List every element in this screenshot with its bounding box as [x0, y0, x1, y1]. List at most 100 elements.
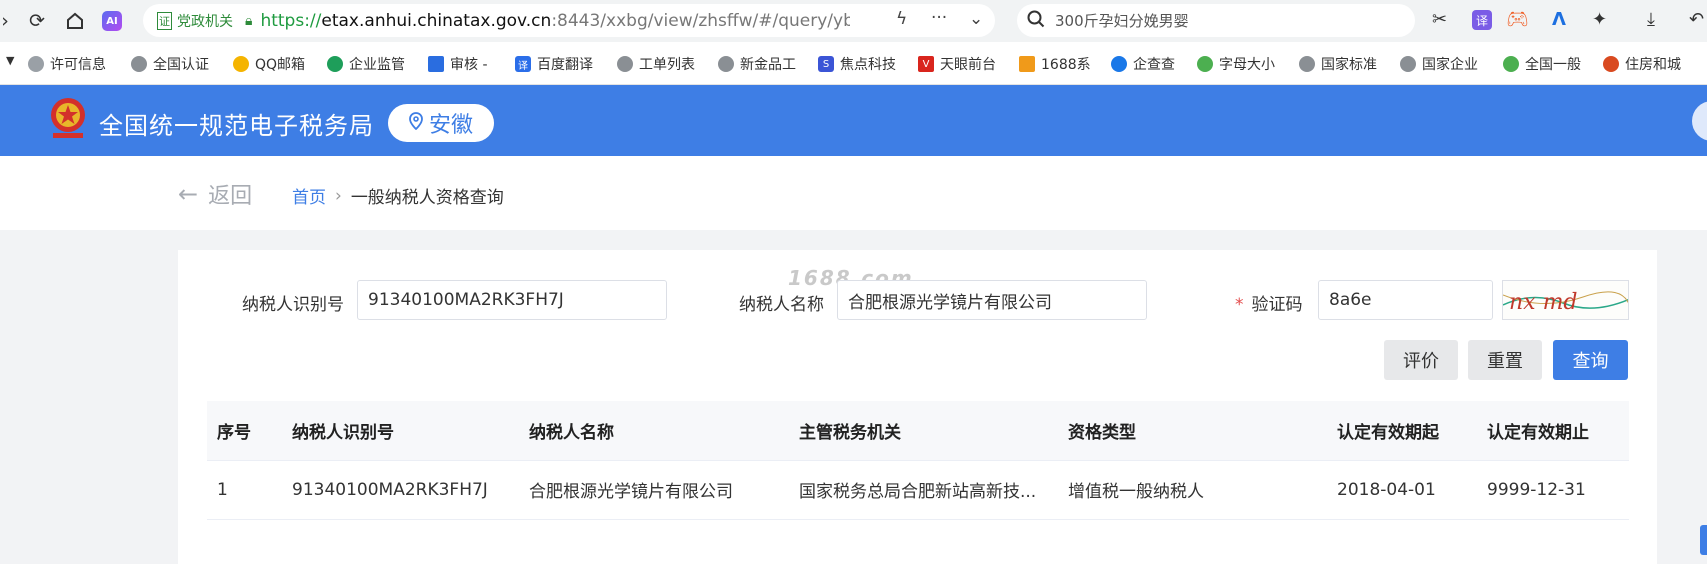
- bookmark-item[interactable]: 全国一般: [1503, 54, 1581, 74]
- lightning-icon[interactable]: ϟ: [896, 9, 907, 29]
- home-icon[interactable]: [62, 8, 88, 34]
- table-cell: 增值税一般纳税人: [1058, 460, 1327, 520]
- captcha-image[interactable]: nx md: [1502, 280, 1629, 320]
- breadcrumb-band: ← 返回 首页 › 一般纳税人资格查询: [0, 156, 1707, 230]
- breadcrumb-home-link[interactable]: 首页: [292, 183, 326, 208]
- region-selector[interactable]: 安徽: [388, 104, 494, 142]
- download-icon[interactable]: ⤓: [1647, 9, 1655, 30]
- bookmark-label: 天眼前台: [940, 57, 996, 73]
- table-cell: 1: [207, 460, 282, 520]
- back-button[interactable]: ← 返回: [178, 178, 252, 210]
- captcha-label: 验证码: [1251, 295, 1303, 315]
- ai-assistant-icon[interactable]: AI: [102, 11, 122, 31]
- bookmark-item[interactable]: 企查查: [1111, 54, 1175, 74]
- globe-favicon-icon: [131, 56, 147, 72]
- taxpayer-name-input[interactable]: 合肥根源光学镜片有限公司: [837, 280, 1147, 320]
- bookmark-item[interactable]: V 天眼前台: [918, 54, 996, 74]
- table-header-row: 序号 纳税人识别号 纳税人名称 主管税务机关 资格类型 认定有效期起 认定有效期…: [207, 401, 1629, 460]
- bookmark-item[interactable]: 全国认证: [131, 54, 209, 74]
- evaluate-button[interactable]: 评价: [1384, 340, 1458, 380]
- reset-button[interactable]: 重置: [1468, 340, 1542, 380]
- back-arrow-icon[interactable]: ›: [0, 8, 18, 34]
- bookmark-label: 新金品工: [740, 57, 796, 73]
- bookmark-item[interactable]: 许可信息: [28, 54, 106, 74]
- qcc-favicon-icon: [1111, 56, 1127, 72]
- column-header: 纳税人识别号: [282, 401, 519, 460]
- bookmark-item[interactable]: 审核 -: [428, 54, 488, 74]
- globe-favicon-icon: [327, 56, 343, 72]
- bookmark-item[interactable]: 译百度翻译: [515, 54, 593, 74]
- translate-icon[interactable]: 译: [1472, 10, 1492, 30]
- national-emblem-icon: [51, 98, 85, 138]
- column-header: 资格类型: [1058, 401, 1327, 460]
- bookmark-label: 审核 -: [450, 57, 488, 73]
- v-favicon-icon: V: [918, 56, 934, 72]
- bookmark-item[interactable]: 住房和城: [1603, 54, 1681, 74]
- region-label: 安徽: [428, 113, 473, 138]
- bookmarks-chevron-icon[interactable]: ▼: [6, 54, 14, 67]
- url-path: :8443/xxbg/view/zhsffw/#/query/ybns: [551, 10, 851, 31]
- url-host: etax.anhui.chinatax.gov.cn: [321, 10, 552, 31]
- bookmark-item[interactable]: 企业监管: [327, 54, 405, 74]
- bookmark-item[interactable]: S 焦点科技: [818, 54, 896, 74]
- bookmark-item[interactable]: QQ邮箱: [233, 54, 305, 74]
- triangle-favicon-icon: [428, 56, 444, 72]
- extensions-icon[interactable]: ✦: [1592, 9, 1607, 30]
- reload-icon[interactable]: ⟳: [24, 8, 50, 34]
- search-input[interactable]: 300斤孕妇分娩男婴: [1055, 10, 1189, 31]
- bookmark-item[interactable]: 1688系: [1019, 54, 1091, 74]
- table-cell: 91340100MA2RK3FH7J: [282, 460, 519, 520]
- search-box[interactable]: 300斤孕妇分娩男婴: [1017, 4, 1415, 37]
- bookmark-label: 工单列表: [639, 57, 695, 73]
- translate-favicon-icon: 译: [515, 56, 531, 72]
- bookmark-label: 1688系: [1041, 57, 1091, 73]
- chevron-down-icon[interactable]: ⌄: [969, 9, 983, 29]
- location-pin-icon: [409, 112, 423, 134]
- globe-favicon-icon: [1299, 56, 1315, 72]
- column-header: 序号: [207, 401, 282, 460]
- address-bar[interactable]: 证 党政机关 🔒︎ https://etax.anhui.chinatax.go…: [143, 4, 995, 37]
- taxpayer-name-label: 纳税人名称: [739, 295, 824, 315]
- url-scheme: https://: [260, 10, 322, 31]
- app-logo-icon[interactable]: ᐱ: [1552, 9, 1566, 30]
- table-cell: 合肥根源光学镜片有限公司: [519, 460, 789, 520]
- column-header: 认定有效期起: [1327, 401, 1477, 460]
- bookmark-item[interactable]: 字母大小: [1197, 54, 1275, 74]
- url-text[interactable]: https://etax.anhui.chinatax.gov.cn:8443/…: [260, 11, 850, 31]
- captcha-input[interactable]: 8a6e: [1318, 280, 1493, 320]
- more-dots-icon[interactable]: ···: [931, 8, 947, 28]
- bookmark-label: 企查查: [1133, 57, 1175, 73]
- gov-badge-icon: 证: [157, 11, 172, 30]
- bookmark-label: QQ邮箱: [255, 57, 306, 73]
- bookmark-item[interactable]: 国家企业: [1400, 54, 1478, 74]
- browser-toolbar: › ⟳ AI 证 党政机关 🔒︎ https://etax.anhui.chin…: [0, 0, 1707, 42]
- results-table: 序号 纳税人识别号 纳税人名称 主管税务机关 资格类型 认定有效期起 认定有效期…: [207, 401, 1629, 520]
- taxpayer-id-input[interactable]: 91340100MA2RK3FH7J: [357, 280, 667, 320]
- qq-favicon-icon: [233, 56, 249, 72]
- bookmark-item[interactable]: 国家标准: [1299, 54, 1377, 74]
- bookmark-item[interactable]: 新金品工: [718, 54, 796, 74]
- bookmark-label: 百度翻译: [537, 57, 593, 73]
- bookmark-label: 字母大小: [1219, 57, 1275, 73]
- undo-icon[interactable]: ↶: [1689, 9, 1704, 30]
- site-header: 全国统一规范电子税务局 安徽: [0, 85, 1707, 156]
- column-header: 认定有效期止: [1477, 401, 1629, 460]
- table-cell: 9999-12-31: [1477, 460, 1629, 520]
- avatar[interactable]: [1692, 101, 1707, 141]
- scissors-icon[interactable]: ✂: [1432, 9, 1447, 30]
- bookmark-label: 住房和城: [1625, 57, 1681, 73]
- scroll-edge-widget[interactable]: [1700, 525, 1707, 555]
- arrow-left-icon: ←: [178, 180, 199, 208]
- gamepad-icon[interactable]: 🎮︎: [1506, 9, 1529, 30]
- search-icon: [1027, 10, 1045, 32]
- bookmark-label: 全国认证: [153, 57, 209, 73]
- bookmark-item[interactable]: 工单列表: [617, 54, 695, 74]
- breadcrumb: 首页 › 一般纳税人资格查询: [292, 183, 504, 209]
- column-header: 主管税务机关: [789, 401, 1058, 460]
- frog-favicon-icon: [1197, 56, 1213, 72]
- query-button[interactable]: 查询: [1553, 340, 1628, 380]
- bookmarks-bar: ▼ 许可信息 全国认证 QQ邮箱 企业监管 审核 - 译百度翻译 工单列表 新金…: [0, 42, 1707, 85]
- bookmark-label: 企业监管: [349, 57, 405, 73]
- globe-favicon-icon: [718, 56, 734, 72]
- bookmark-label: 焦点科技: [840, 57, 896, 73]
